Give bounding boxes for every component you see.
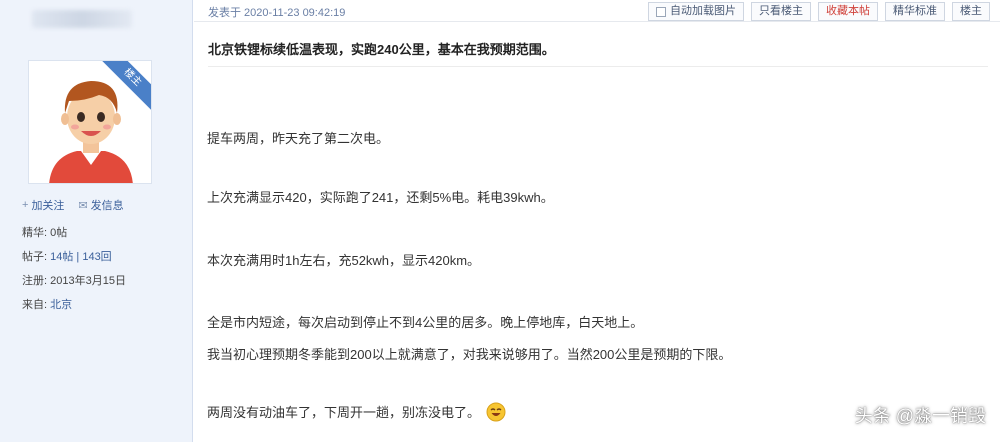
post-header-bar: 发表于 2020-11-23 09:42:19 自动加载图片 只看楼主 收藏本帖… bbox=[194, 0, 1000, 22]
message-icon: ✉ bbox=[78, 199, 88, 212]
checkbox-icon[interactable] bbox=[656, 6, 666, 17]
post-paragraph: 提车两周，昨天充了第二次电。 bbox=[207, 131, 390, 146]
stat-location-link[interactable]: 北京 bbox=[50, 299, 72, 311]
stat-elite-value: 0帖 bbox=[50, 227, 68, 239]
title-divider bbox=[208, 66, 988, 67]
stat-location-label: 来自: bbox=[22, 299, 48, 311]
stat-location: 来自: 北京 bbox=[22, 293, 126, 317]
auto-load-images-toggle[interactable]: 自动加载图片 bbox=[648, 2, 744, 21]
auto-load-label: 自动加载图片 bbox=[670, 5, 736, 17]
post-paragraph: 全是市内短途，每次启动到停止不到4公里的居多。晚上停地库，白天地上。 bbox=[207, 315, 644, 330]
message-label: 发信息 bbox=[90, 200, 124, 212]
plus-icon: + bbox=[22, 199, 29, 211]
author-stats: 精华: 0帖 帖子: 14帖 | 143回 注册: 2013年3月15日 来自:… bbox=[22, 221, 126, 317]
post-title: 北京铁锂标续低温表现，实跑240公里，基本在我预期范围。 bbox=[208, 42, 555, 57]
watermark: 头条 @淼一销毁 bbox=[854, 406, 986, 426]
post-paragraph-text: 两周没有动油车了，下周开一趟，别冻没电了。 bbox=[207, 405, 481, 420]
stat-registered-label: 注册: bbox=[22, 275, 48, 287]
favorite-button[interactable]: 收藏本帖 bbox=[818, 2, 878, 21]
follow-label: 加关注 bbox=[31, 200, 65, 212]
username-blurred bbox=[32, 10, 132, 28]
author-sidebar: 楼主 + 加关注 ✉ 发信息 精华: 0帖 帖子: 14帖 | 143回 注册:… bbox=[0, 0, 193, 442]
author-actions: + 加关注 ✉ 发信息 bbox=[22, 197, 124, 213]
stat-elite-label: 精华: bbox=[22, 227, 48, 239]
floor-label[interactable]: 楼主 bbox=[952, 2, 990, 21]
stat-posts-label: 帖子: bbox=[22, 251, 48, 263]
post-paragraph: 我当初心理预期冬季能到200以上就满意了，对我来说够用了。当然200公里是预期的… bbox=[207, 347, 732, 362]
message-button[interactable]: ✉ 发信息 bbox=[78, 197, 123, 213]
post-paragraph: 上次充满显示420，实际跑了241，还剩5%电。耗电39kwh。 bbox=[207, 190, 554, 205]
post-paragraph: 本次充满用时1h左右，充52kwh，显示420km。 bbox=[207, 253, 481, 268]
stat-registered: 注册: 2013年3月15日 bbox=[22, 269, 126, 293]
only-owner-button[interactable]: 只看楼主 bbox=[751, 2, 811, 21]
stat-posts: 帖子: 14帖 | 143回 bbox=[22, 245, 126, 269]
follow-button[interactable]: + 加关注 bbox=[22, 197, 64, 213]
featured-button[interactable]: 精华标准 bbox=[885, 2, 945, 21]
stat-elite: 精华: 0帖 bbox=[22, 221, 126, 245]
laughing-emoji-icon bbox=[486, 402, 506, 422]
avatar[interactable]: 楼主 bbox=[28, 60, 152, 184]
post-paragraph-last: 两周没有动油车了，下周开一趟，别冻没电了。 bbox=[207, 402, 506, 422]
post-toolbar: 自动加载图片 只看楼主 收藏本帖 精华标准 楼主 bbox=[648, 2, 990, 21]
post-timestamp: 发表于 2020-11-23 09:42:19 bbox=[208, 7, 346, 19]
stat-registered-value: 2013年3月15日 bbox=[50, 275, 126, 287]
stat-posts-link[interactable]: 14帖 | 143回 bbox=[50, 251, 112, 263]
